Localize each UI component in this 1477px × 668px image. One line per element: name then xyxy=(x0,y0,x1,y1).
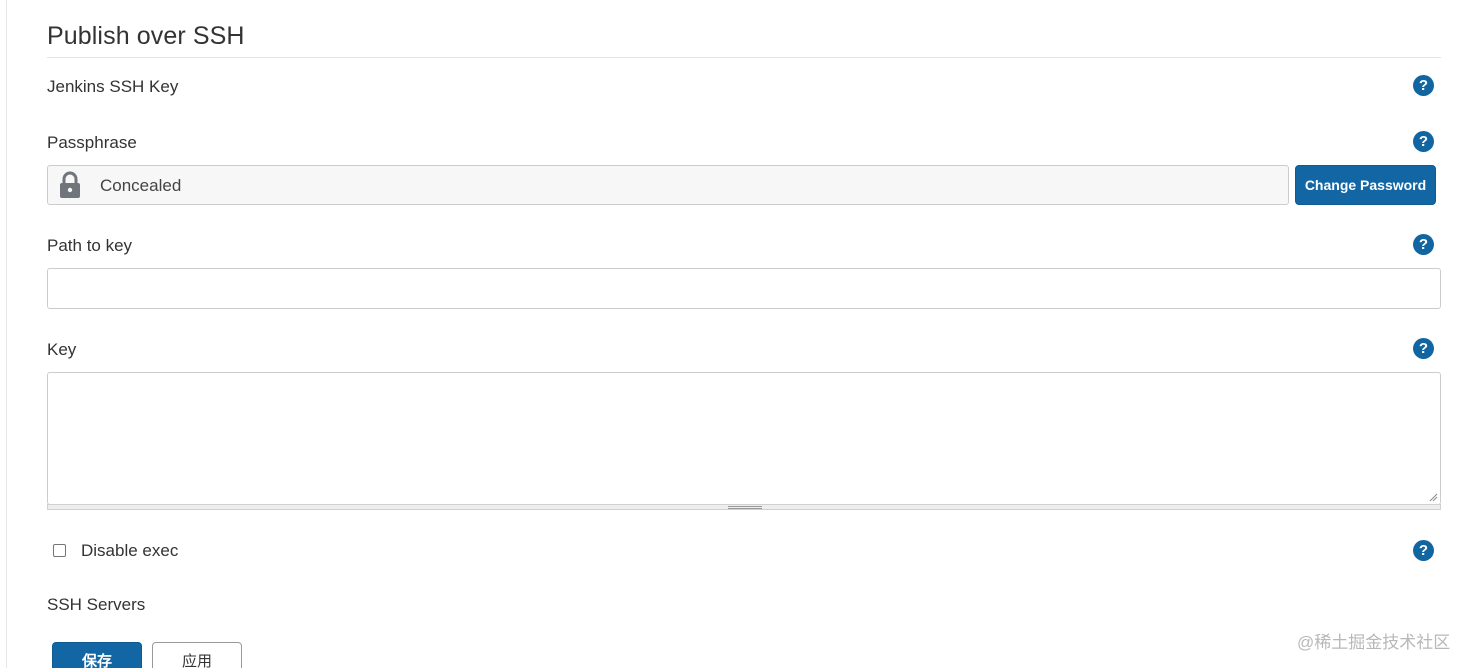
change-password-button[interactable]: Change Password xyxy=(1295,165,1436,205)
lock-icon xyxy=(60,171,80,198)
left-divider xyxy=(6,0,7,668)
jenkins-ssh-key-label: Jenkins SSH Key xyxy=(47,77,179,96)
help-icon[interactable]: ? xyxy=(1413,131,1434,152)
save-button[interactable]: 保存 xyxy=(52,642,142,668)
grip-icon xyxy=(728,506,762,509)
resize-corner-icon[interactable] xyxy=(1429,493,1438,502)
disable-exec-label[interactable]: Disable exec xyxy=(81,541,178,561)
textarea-resize-handle[interactable] xyxy=(47,504,1441,510)
path-to-key-input[interactable] xyxy=(47,268,1441,309)
watermark: @稀土掘金技术社区 xyxy=(1297,633,1451,652)
ssh-servers-label: SSH Servers xyxy=(47,595,146,614)
disable-exec-checkbox[interactable] xyxy=(53,544,66,557)
section-divider xyxy=(47,57,1441,58)
help-icon[interactable]: ? xyxy=(1413,234,1434,255)
concealed-text: Concealed xyxy=(100,176,182,195)
help-icon[interactable]: ? xyxy=(1413,540,1434,561)
passphrase-concealed-field: Concealed xyxy=(47,165,1289,205)
path-to-key-label: Path to key xyxy=(47,236,133,255)
apply-button[interactable]: 应用 xyxy=(152,642,242,668)
help-icon[interactable]: ? xyxy=(1413,75,1434,96)
page: Publish over SSH Jenkins SSH Key ? Passp… xyxy=(0,0,1477,668)
key-textarea[interactable] xyxy=(47,372,1441,505)
help-icon[interactable]: ? xyxy=(1413,338,1434,359)
passphrase-label: Passphrase xyxy=(47,133,137,152)
key-label: Key xyxy=(47,340,77,359)
section-title: Publish over SSH xyxy=(47,22,245,50)
